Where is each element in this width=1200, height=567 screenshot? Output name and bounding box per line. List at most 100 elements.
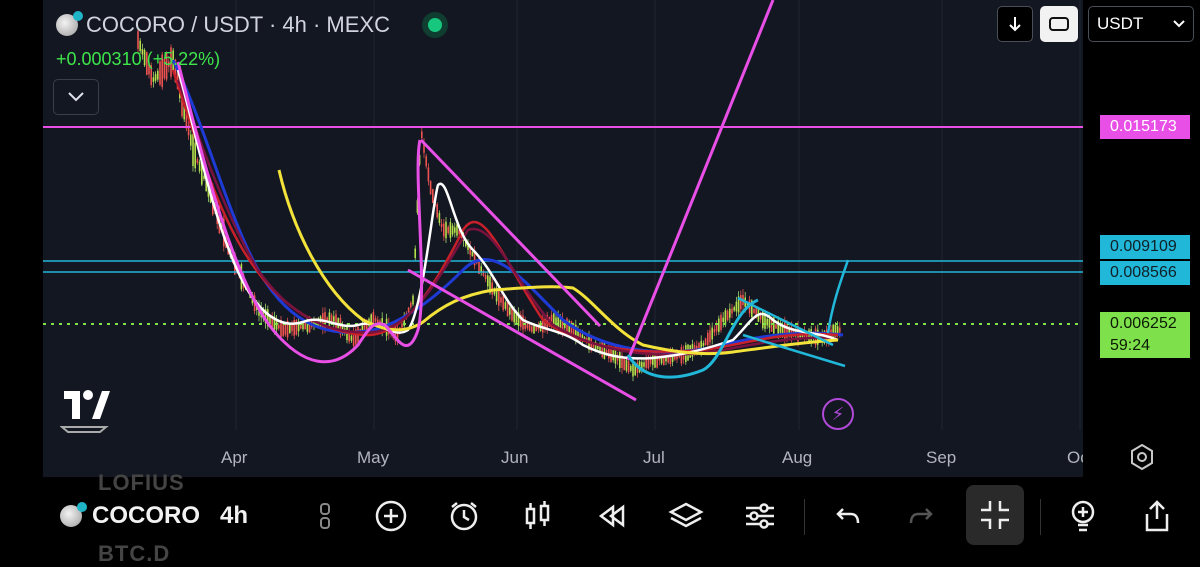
price-scale[interactable]: 0.015173 0.009109 0.008566 0.006252 59:2… (1083, 0, 1200, 477)
candle-body (559, 319, 562, 328)
share-icon[interactable] (1140, 477, 1174, 554)
candle-body (449, 222, 452, 238)
candle-body (438, 213, 441, 223)
chart-area[interactable]: COCORO / USDT · 4h · MEXC +0.000310 (+5.… (43, 0, 1083, 477)
candle-body (722, 317, 724, 323)
candle-body (487, 275, 489, 287)
candle-body (374, 318, 377, 322)
candle-body (282, 323, 284, 337)
candle-body (766, 318, 768, 326)
interval-button[interactable]: 4h (220, 477, 248, 554)
candle-body (335, 314, 337, 329)
scroll-down-button[interactable] (997, 6, 1033, 42)
candle-body (401, 323, 403, 328)
candle-body (152, 77, 155, 82)
candle-body (451, 225, 454, 235)
drag-handle-icon[interactable] (315, 477, 335, 554)
candle-body (533, 325, 535, 334)
price-change: +0.000310 (+5.22%) (56, 49, 221, 69)
candle-body (759, 315, 762, 320)
candle-body (498, 288, 500, 306)
candle-body (768, 318, 771, 328)
candle-body (445, 221, 447, 239)
candle-body (414, 248, 416, 258)
candle-body (372, 312, 375, 325)
month-label: Jul (643, 448, 665, 467)
layers-icon[interactable] (666, 477, 706, 554)
settings-sliders-icon[interactable] (742, 477, 778, 554)
candle-body (720, 314, 722, 331)
fullscreen-exit-icon[interactable] (966, 485, 1024, 545)
candle-body (350, 335, 353, 341)
collapse-legend-button[interactable] (53, 79, 99, 115)
candle-body (781, 326, 784, 334)
candle-body (154, 74, 157, 81)
candle-body (484, 274, 487, 280)
candle-body (196, 159, 199, 163)
candle-body (425, 156, 427, 167)
toolbar-divider (1040, 499, 1041, 535)
candle-body (471, 251, 474, 257)
month-label: Aug (782, 448, 813, 467)
lightning-icon[interactable]: ⚡ (822, 398, 854, 430)
candle-body (432, 189, 434, 203)
currency-select[interactable]: USDT (1088, 6, 1194, 42)
candle-body (711, 327, 713, 340)
candle-body (429, 181, 432, 195)
bulb-icon[interactable] (1066, 477, 1100, 554)
candle-body (447, 226, 449, 234)
candle-body (839, 327, 841, 333)
candle-body (724, 310, 727, 325)
undo-icon[interactable] (833, 477, 863, 554)
candle-body (709, 330, 711, 343)
price-label-cyan-1: 0.009109 (1100, 235, 1190, 259)
candle-body (733, 307, 735, 311)
candle-body (619, 352, 621, 369)
candle-body (410, 302, 412, 308)
candle-body (740, 295, 742, 310)
candle-body (502, 295, 504, 310)
swap-icon (1049, 17, 1069, 31)
symbol-header[interactable]: COCORO / USDT · 4h · MEXC (56, 11, 448, 38)
replay-icon[interactable] (596, 477, 628, 554)
candle-body (157, 70, 159, 80)
candle-body (509, 307, 511, 315)
redo-icon[interactable] (906, 477, 936, 554)
current-price-value: 0.006252 (1110, 315, 1177, 332)
candle-body (192, 133, 194, 167)
candle-body (407, 307, 410, 313)
tradingview-logo-icon (59, 385, 112, 438)
currency-value: USDT (1097, 14, 1144, 33)
candle-body (330, 314, 333, 322)
candle-body (704, 338, 707, 345)
candle-body (302, 322, 304, 330)
month-label: Sep (926, 448, 957, 467)
price-label-upper: 0.015173 (1100, 115, 1190, 139)
trading-screen: COCORO / USDT · 4h · MEXC +0.000310 (+5.… (0, 0, 1200, 566)
price-chart[interactable] (43, 0, 1083, 477)
candles-icon[interactable] (522, 477, 554, 554)
candle-body (284, 324, 287, 335)
candle-body (194, 142, 196, 169)
candle-body (579, 333, 581, 338)
candle-body (663, 351, 665, 365)
chart-settings-icon[interactable] (1128, 443, 1156, 471)
candle-body (440, 223, 443, 227)
toolbar-interval: 4h (220, 501, 249, 529)
month-label: Oc (1067, 448, 1083, 467)
toolbar-divider (804, 499, 805, 535)
price-label-cyan-2: 0.008566 (1100, 261, 1190, 285)
symbol-search-button[interactable]: COCORO (60, 477, 200, 554)
candle-body (198, 161, 201, 172)
candle-body (504, 302, 507, 309)
candle-body (500, 297, 502, 303)
add-icon[interactable] (373, 477, 409, 554)
market-open-icon (421, 12, 448, 38)
candle-body (729, 308, 731, 318)
candle-body (454, 227, 456, 233)
alarm-icon[interactable] (446, 477, 482, 554)
current-price-label: 0.006252 59:24 (1100, 312, 1190, 358)
compare-button[interactable] (1040, 6, 1078, 42)
candle-body (293, 319, 295, 336)
month-label: Jun (501, 448, 529, 467)
